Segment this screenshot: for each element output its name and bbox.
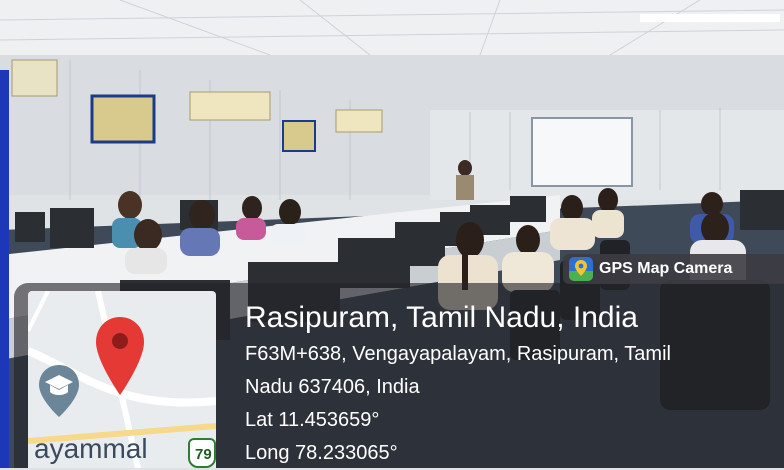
graduation-cap-icon bbox=[39, 365, 79, 417]
address-line-1: F63M+638, Vengayapalayam, Rasipuram, Tam… bbox=[245, 343, 671, 365]
gps-map-camera-badge: GPS Map Camera bbox=[563, 254, 784, 284]
map-place-label: ayammal bbox=[34, 433, 148, 464]
road-number-badge: 79 bbox=[188, 438, 216, 468]
longitude: Long 78.233065° bbox=[245, 442, 398, 464]
location-info: Rasipuram, Tamil Nadu, India F63M+638, V… bbox=[245, 298, 671, 470]
map-pin-icon bbox=[96, 317, 144, 395]
gps-map-camera-icon bbox=[569, 257, 593, 281]
map-thumbnail: ayammal 79 bbox=[28, 291, 216, 468]
badge-label: GPS Map Camera bbox=[599, 260, 733, 277]
left-accent-bar bbox=[0, 70, 9, 468]
address-line-2: Nadu 637406, India bbox=[245, 376, 420, 398]
latitude: Lat 11.453659° bbox=[245, 409, 380, 431]
location-title: Rasipuram, Tamil Nadu, India bbox=[245, 301, 638, 334]
